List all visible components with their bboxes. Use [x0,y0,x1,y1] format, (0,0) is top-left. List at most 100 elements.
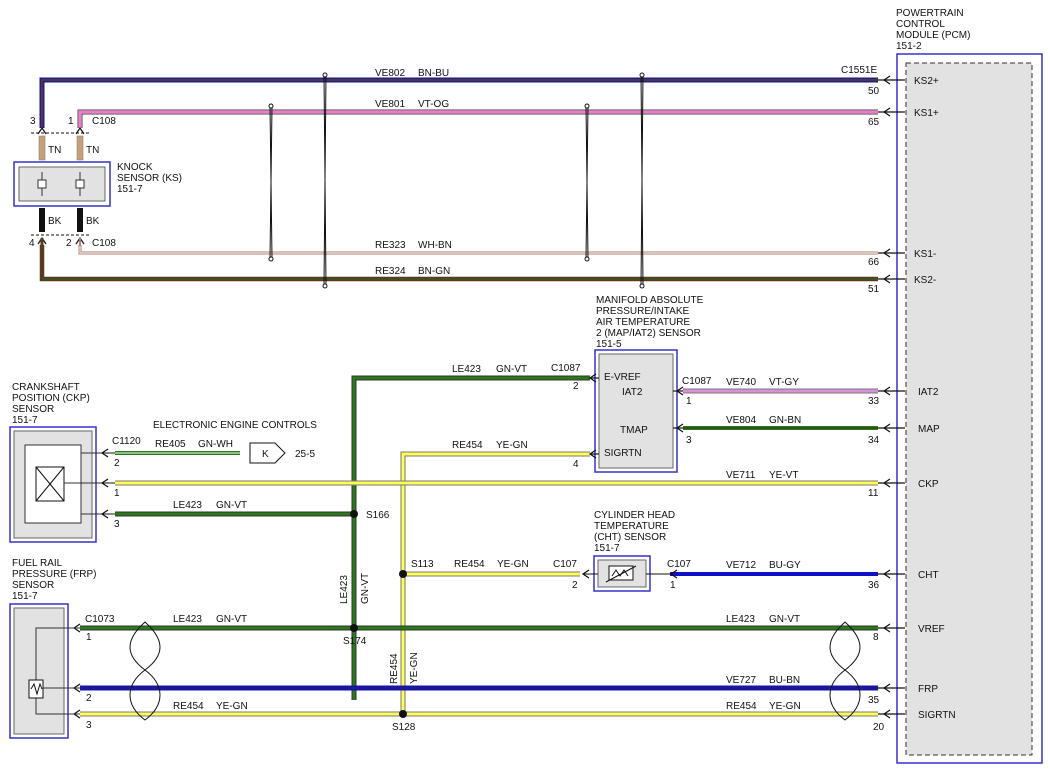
cht-label-2: TEMPERATURE [594,521,669,532]
frp-sensor: FUEL RAIL PRESSURE (FRP) SENSOR 151-7 C1… [9,558,115,739]
map-conn-left: C1087 [551,363,581,374]
eec-k: K [262,449,269,460]
map-conn-right: C1087 [682,376,712,387]
splice-s174 [350,624,358,632]
re324-circuit: RE324 [375,266,406,277]
pcm-pin-cht: CHT [918,570,939,581]
frp-connector: C1073 [85,614,115,625]
le423-pcm-color: GN-VT [769,614,800,625]
pcm-pin-vref: VREF [918,624,945,635]
ckp-label-3: SENSOR [12,404,54,415]
ckp-pin-3: 3 [114,519,120,530]
vert-re454-color: YE-GN [409,652,420,684]
cht-pin-2: 2 [572,580,578,591]
map-label-4: 2 (MAP/IAT2) SENSOR [596,328,701,339]
pcm-inner [905,62,1033,756]
splices: S166 S174 S113 S128 [343,510,434,733]
pin-8: 8 [873,632,879,643]
wire-re323 [78,245,878,255]
vert-le423-color: GN-VT [360,573,371,604]
map-iat2: IAT2 [622,387,643,398]
ks-pin-3: 3 [30,116,36,127]
map-pin-3: 3 [686,435,692,446]
ve711-circuit: VE711 [726,470,756,481]
re323-circuit: RE323 [375,240,406,251]
ve712-color: BU-GY [769,560,801,571]
le423-ckp-circuit: LE423 [173,500,202,511]
splice-s113 [399,570,407,578]
wire-ve802 [39,77,878,128]
map-pin-2: 2 [573,381,579,392]
ve804-circuit: VE804 [726,415,756,426]
re454-frp-color: YE-GN [216,701,248,712]
re405-circuit: RE405 [155,439,186,450]
pin-33: 33 [868,396,880,407]
eec-ref: 25-5 [295,449,315,460]
ve740-color: VT-GY [769,377,799,388]
pcm-module: POWERTRAIN CONTROL MODULE (PCM) 151-2 [896,8,1043,764]
wire-re324 [39,245,878,282]
cht-label-3: (CHT) SENSOR [594,532,666,543]
re454-pcm-color: YE-GN [769,701,801,712]
pcm-pin-ckp: CKP [918,479,939,490]
frp-label-2: PRESSURE (FRP) [12,569,96,580]
ckp-connector: C1120 [112,436,141,447]
ks-label-2: SENSOR (KS) [117,173,182,184]
ve712-circuit: VE712 [726,560,756,571]
cht-conn-left: C107 [553,559,577,570]
splice-s166 [350,510,358,518]
wiring-diagram: POWERTRAIN CONTROL MODULE (PCM) 151-2 VE… [9,8,1043,764]
le423-frp-color: GN-VT [216,614,247,625]
cht-label-1: CYLINDER HEAD [594,510,675,521]
pcm-pin-ks2p: KS2+ [914,76,939,87]
re454-cht-color: YE-GN [497,559,529,570]
ckp-sensor: CRANKSHAFT POSITION (CKP) SENSOR 151-7 C… [9,382,141,543]
twist-marks [268,72,645,289]
ks-label-3: 151-7 [117,184,143,195]
pcm-connector-label: C1551E [841,65,877,76]
pin-50: 50 [868,86,880,97]
ve802-circuit: VE802 [375,68,405,79]
pcm-title-3: MODULE (PCM) [896,30,970,41]
frp-pin-1: 1 [86,632,92,643]
ve740-circuit: VE740 [726,377,756,388]
pin-20: 20 [873,722,885,733]
pcm-pin-frp: FRP [918,684,938,695]
cht-label-4: 151-7 [594,543,620,554]
re454-map-color: YE-GN [496,440,528,451]
s174-label: S174 [343,636,367,647]
re405-color: GN-WH [198,439,233,450]
s166-label: S166 [366,510,390,521]
ks-conn-top: C108 [92,116,116,127]
le423-map-circuit: LE423 [452,364,481,375]
wire-le423-map [352,376,590,700]
pin-36: 36 [868,580,880,591]
ve801-circuit: VE801 [375,99,405,110]
ckp-label-2: POSITION (CKP) [12,393,90,404]
ve804-color: GN-BN [769,415,801,426]
s128-label: S128 [392,722,416,733]
cht-conn-right: C107 [667,559,691,570]
wire-ve801 [77,109,878,128]
pcm-pin-sigrtn: SIGRTN [918,710,956,721]
ks-label-1: KNOCK [117,162,153,173]
map-label-5: 151-5 [596,339,622,350]
knock-sensor: 3 1 C108 TN TN KNOCK SENSOR (KS) 151-7 B… [13,116,182,249]
ve801-color: VT-OG [418,99,449,110]
map-label-3: AIR TEMPERATURE [596,317,690,328]
re324-color: BN-GN [418,266,450,277]
re454-pcm-circuit: RE454 [726,701,757,712]
map-label-2: PRESSURE/INTAKE [596,306,689,317]
le423-pcm-circuit: LE423 [726,614,755,625]
ve802-color: BN-BU [418,68,449,79]
ks-pin-1: 1 [68,116,74,127]
frp-pin-2: 2 [86,693,92,704]
ks-tn-1: TN [48,145,61,156]
ks-pin-2: 2 [66,238,72,249]
map-pin-1: 1 [686,396,692,407]
le423-frp-circuit: LE423 [173,614,202,625]
ks-bk-1: BK [48,216,62,227]
pcm-pin-ks1m: KS1- [914,249,936,260]
pin-65: 65 [868,117,880,128]
eec-title: ELECTRONIC ENGINE CONTROLS [153,420,317,431]
